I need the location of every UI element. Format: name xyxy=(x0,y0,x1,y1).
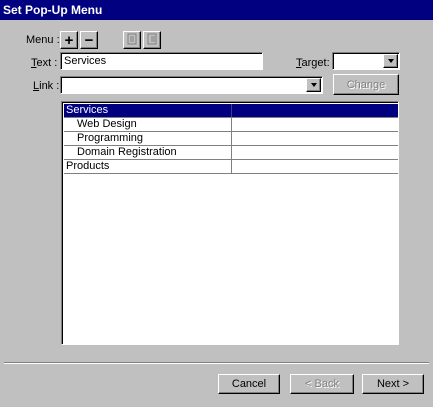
add-item-button[interactable]: + xyxy=(60,31,78,49)
tree-row[interactable]: Services xyxy=(64,104,398,118)
outdent-button[interactable] xyxy=(123,31,141,49)
target-label: Target: xyxy=(296,57,330,69)
indent-button[interactable] xyxy=(143,31,161,49)
tree-row[interactable]: Programming xyxy=(64,132,398,146)
text-field[interactable] xyxy=(60,52,263,70)
title-bar: Set Pop-Up Menu xyxy=(0,0,433,20)
tree-row[interactable]: Domain Registration xyxy=(64,146,398,160)
menu-items-tree[interactable]: Services Web Design Programming Domain R… xyxy=(61,101,399,345)
minus-icon: − xyxy=(84,31,94,49)
tree-row-target xyxy=(232,146,398,159)
tree-row-target xyxy=(232,104,398,117)
footer-divider xyxy=(4,362,429,364)
tree-row-target xyxy=(232,160,398,173)
indent-icon xyxy=(147,33,157,48)
tree-row-label: Services xyxy=(64,104,232,117)
back-button[interactable]: < Back xyxy=(290,374,354,394)
link-label: Link : xyxy=(33,80,60,92)
remove-item-button[interactable]: − xyxy=(80,31,98,49)
change-button[interactable]: Change xyxy=(333,74,399,95)
text-input[interactable] xyxy=(61,53,262,69)
link-dropdown-button[interactable] xyxy=(306,78,321,92)
chevron-down-icon xyxy=(387,59,394,63)
outdent-icon xyxy=(127,33,137,48)
link-dropdown[interactable] xyxy=(60,76,323,94)
tree-row[interactable]: Products xyxy=(64,160,398,174)
menu-label: Menu : xyxy=(26,34,60,46)
tree-row-label: Products xyxy=(64,160,232,173)
text-label: Text : xyxy=(31,57,58,69)
tree-row-label: Programming xyxy=(64,132,232,145)
cancel-button[interactable]: Cancel xyxy=(218,374,280,394)
plus-icon: + xyxy=(64,31,74,49)
chevron-down-icon xyxy=(310,83,317,87)
target-dropdown[interactable] xyxy=(332,52,400,70)
tree-row-target xyxy=(232,118,398,131)
target-dropdown-button[interactable] xyxy=(383,54,398,68)
next-button[interactable]: Next > xyxy=(362,374,424,394)
tree-row-label: Web Design xyxy=(64,118,232,131)
tree-row-label: Domain Registration xyxy=(64,146,232,159)
window-title: Set Pop-Up Menu xyxy=(3,3,103,17)
tree-row-target xyxy=(232,132,398,145)
tree-row[interactable]: Web Design xyxy=(64,118,398,132)
